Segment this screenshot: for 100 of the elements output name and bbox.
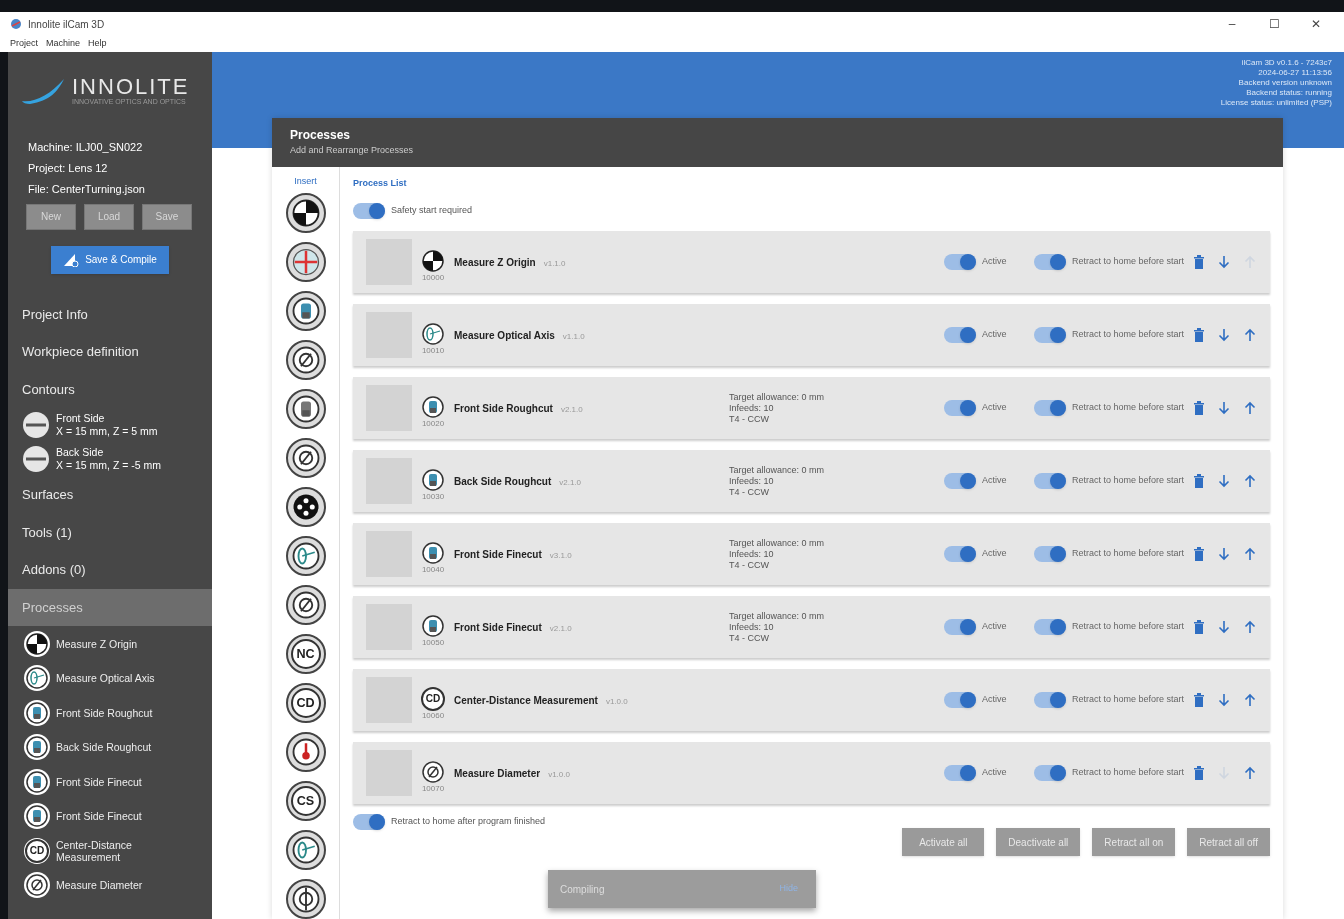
delete-icon[interactable] <box>1194 693 1204 707</box>
insert-process-button[interactable] <box>285 291 326 331</box>
diameter-icon <box>290 590 321 620</box>
process-detail: Infeeds: 10 <box>729 621 775 633</box>
process-name: Center-Distance Measurement <box>454 693 598 708</box>
contour-name[interactable]: Front Side <box>56 412 158 426</box>
retract-toggle[interactable] <box>1033 473 1066 489</box>
arrow-up-icon[interactable] <box>1244 547 1256 561</box>
delete-icon[interactable] <box>1194 328 1204 342</box>
retract-toggle[interactable] <box>1033 327 1066 343</box>
process-detail: T4 - CCW <box>729 559 770 571</box>
arrow-down-icon[interactable] <box>1218 693 1230 707</box>
insert-process-button[interactable] <box>285 340 326 380</box>
sidebar-process-item[interactable]: Front Side Roughcut <box>56 706 166 719</box>
lettered-icon: CD <box>25 838 49 863</box>
process-detail: Infeeds: 10 <box>729 475 775 487</box>
toggle-label: Retract to home before start <box>1071 255 1184 269</box>
retract-toggle[interactable] <box>1033 400 1066 416</box>
sidebar-process-item[interactable]: Measure Diameter <box>56 879 166 891</box>
active-toggle[interactable] <box>943 692 976 708</box>
insert-process-button[interactable] <box>285 487 326 527</box>
process-name: Front Side Finecut <box>454 620 542 635</box>
delete-icon[interactable] <box>1194 255 1204 269</box>
retract-toggle[interactable] <box>1033 254 1066 270</box>
delete-icon[interactable] <box>1194 766 1204 780</box>
sidebar-item[interactable]: Contours <box>8 370 212 409</box>
sidebar-item[interactable]: Project Info <box>8 295 212 334</box>
retract-toggle[interactable] <box>1033 546 1066 562</box>
arrow-down-icon[interactable] <box>1218 328 1230 342</box>
retract-toggle[interactable] <box>1033 692 1066 708</box>
menu-item[interactable]: Help <box>88 37 107 51</box>
sidebar-process-item[interactable]: Front Side Finecut <box>56 775 166 788</box>
retract-after-toggle[interactable] <box>353 814 385 830</box>
arrow-up-icon[interactable] <box>1244 620 1256 634</box>
process-id: 10060 <box>421 710 445 720</box>
arrow-down-icon[interactable] <box>1218 620 1230 634</box>
arrow-up-icon[interactable] <box>1244 693 1256 707</box>
process-version: v1.0.0 <box>605 695 628 708</box>
gauge-icon <box>290 737 321 767</box>
process-detail: T4 - CCW <box>729 486 770 498</box>
window-control[interactable]: ✕ <box>1298 15 1334 33</box>
arrow-up-icon[interactable] <box>1244 328 1256 342</box>
sidebar-item[interactable]: Workpiece definition <box>8 333 212 371</box>
arrow-down-icon[interactable] <box>1218 401 1230 415</box>
active-toggle[interactable] <box>943 619 976 635</box>
arrow-up-icon[interactable] <box>1244 766 1256 780</box>
window-control[interactable]: – <box>1214 15 1250 33</box>
sidebar-item[interactable]: Tools (1) <box>8 513 212 552</box>
delete-icon[interactable] <box>1194 474 1204 488</box>
retract-toggle[interactable] <box>1033 619 1066 635</box>
insert-process-button[interactable] <box>285 879 326 919</box>
insert-process-button[interactable] <box>285 585 326 625</box>
insert-process-button[interactable] <box>285 389 326 429</box>
save-compile-button[interactable]: Save & Compile <box>51 245 169 274</box>
insert-process-button[interactable] <box>285 732 326 772</box>
active-toggle[interactable] <box>943 254 976 270</box>
active-toggle[interactable] <box>943 327 976 343</box>
menu-item[interactable]: Project <box>10 37 38 51</box>
safety-start-toggle[interactable] <box>353 203 385 219</box>
sidebar-process-item[interactable]: Measure Z Origin <box>56 637 166 650</box>
toggle-label: Retract to home before start <box>1071 620 1184 634</box>
process-detail: Infeeds: 10 <box>729 402 775 414</box>
project-info-text: File: CenterTurning.json <box>28 181 146 197</box>
delete-icon[interactable] <box>1194 620 1204 634</box>
process-name: Front Side Roughcut <box>454 401 553 416</box>
insert-process-button[interactable] <box>285 536 326 576</box>
sidebar-process-item[interactable]: Center-Distance Measurement <box>56 838 166 863</box>
insert-process-button[interactable] <box>285 193 326 233</box>
active-toggle[interactable] <box>943 546 976 562</box>
arrow-up-icon[interactable] <box>1244 401 1256 415</box>
arrow-down-icon[interactable] <box>1218 474 1230 488</box>
menu-item[interactable]: Machine <box>46 37 81 51</box>
retract-toggle[interactable] <box>1033 765 1066 781</box>
sidebar-process-item[interactable]: Front Side Finecut <box>56 810 166 822</box>
sidebar-process-item[interactable]: Back Side Roughcut <box>56 741 166 753</box>
process-name: Front Side Finecut <box>454 547 542 562</box>
active-toggle[interactable] <box>943 473 976 489</box>
arrow-up-icon[interactable] <box>1244 474 1256 488</box>
delete-icon[interactable] <box>1194 547 1204 561</box>
toggle-label: Retract to home before start <box>1071 401 1184 415</box>
arrow-down-icon[interactable] <box>1218 255 1230 269</box>
target-icon <box>290 198 321 228</box>
insert-heading: Insert <box>294 174 317 188</box>
insert-process-button[interactable] <box>285 438 326 478</box>
contour-name[interactable]: Back Side <box>56 446 162 460</box>
tool-icon <box>290 296 321 326</box>
sidebar-item[interactable]: Surfaces <box>8 476 212 514</box>
insert-process-button[interactable] <box>285 830 326 870</box>
active-toggle[interactable] <box>943 765 976 781</box>
tool-icon <box>421 613 445 638</box>
window-control[interactable]: ☐ <box>1256 15 1292 33</box>
process-list-heading: Process List <box>353 176 408 190</box>
sidebar-item[interactable]: Addons (0) <box>8 551 212 589</box>
insert-process-button[interactable] <box>285 242 326 282</box>
sidebar-process-item[interactable]: Measure Optical Axis <box>56 672 166 684</box>
delete-icon[interactable] <box>1194 401 1204 415</box>
arrow-down-icon[interactable] <box>1218 547 1230 561</box>
process-id: 10070 <box>421 783 445 793</box>
process-version: v3.1.0 <box>549 549 572 562</box>
active-toggle[interactable] <box>943 400 976 416</box>
